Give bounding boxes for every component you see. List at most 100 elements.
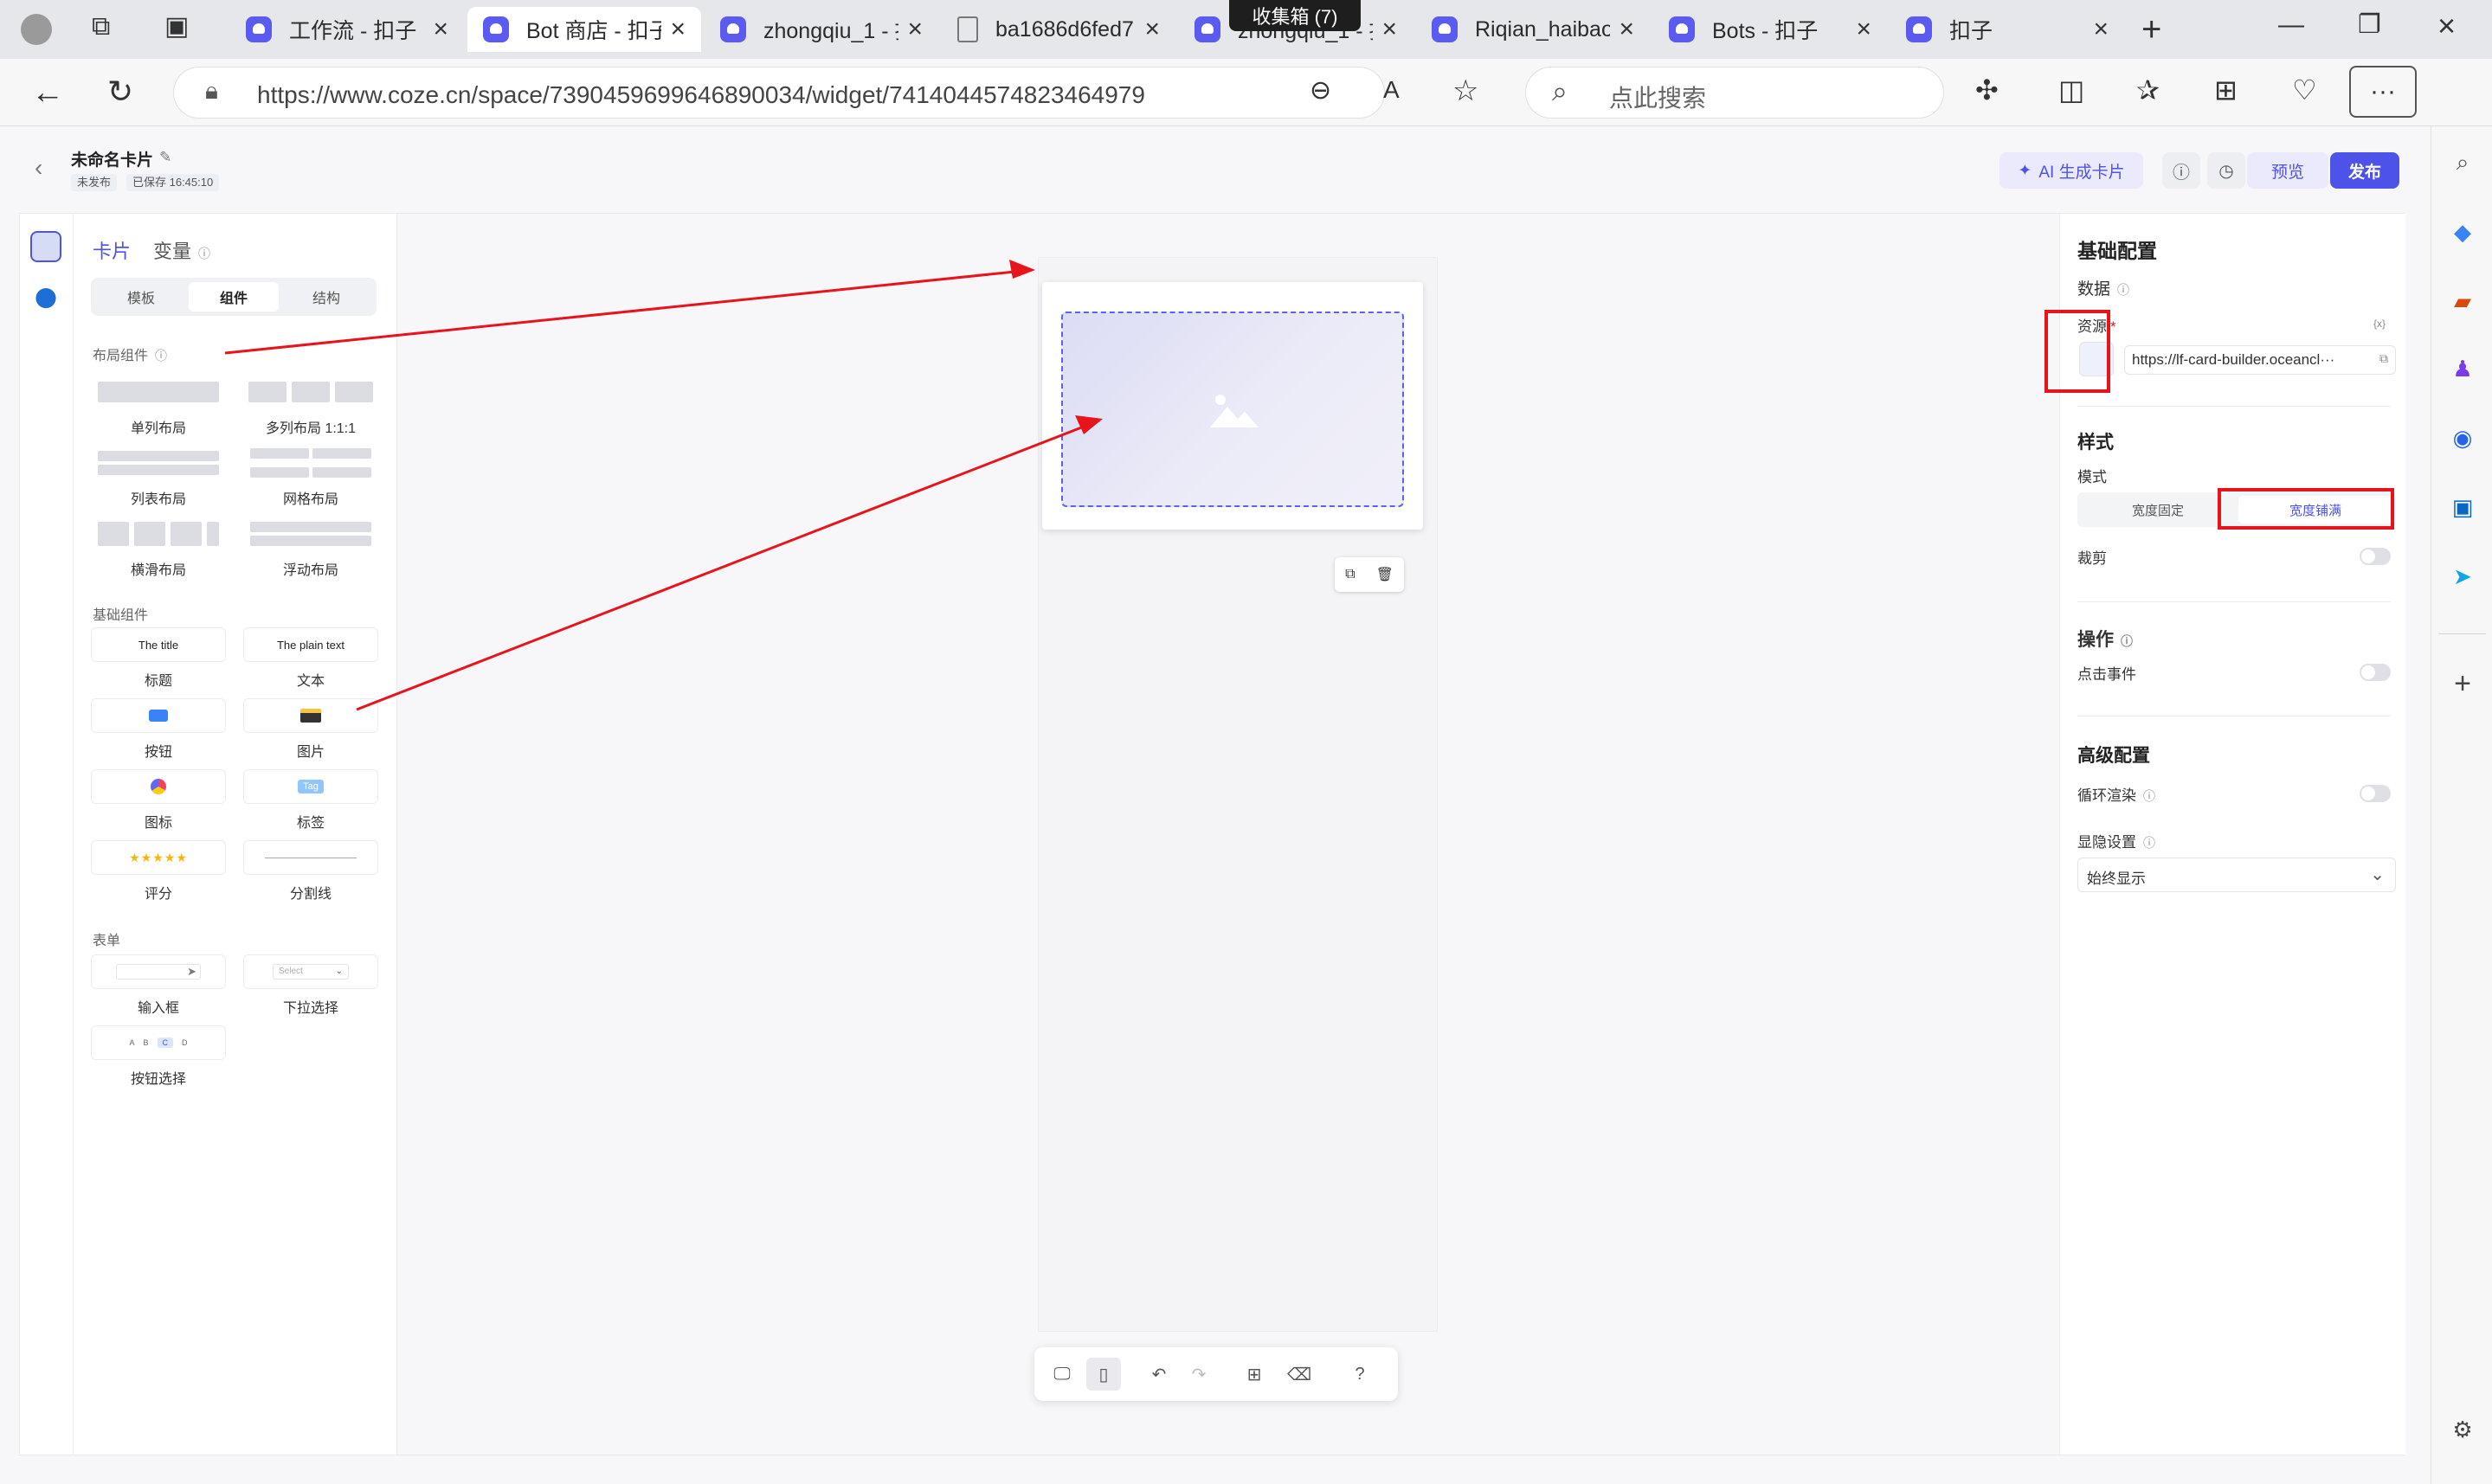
delete-icon[interactable]: 🗑︎ [1376, 566, 1394, 583]
back-chevron-icon[interactable]: ‹ [35, 154, 42, 182]
horizontal-scroll-layout[interactable]: 横滑布局 [91, 517, 226, 579]
design-canvas[interactable]: ⧉ 🗑︎ 🖵︎ ▯ ↶ ↷ ⊞ ⌫ ? [397, 214, 2059, 1455]
extensions-icon[interactable]: ✣ [1975, 76, 1999, 104]
redo-icon[interactable]: ↷ [1182, 1358, 1216, 1391]
close-tab-icon[interactable]: × [670, 15, 686, 44]
mobile-view-icon[interactable]: ▯ [1086, 1358, 1121, 1391]
undo-icon[interactable]: ↶ [1142, 1358, 1176, 1391]
edit-name-icon[interactable]: ✎ [159, 149, 171, 166]
close-tab-icon[interactable]: × [433, 15, 448, 44]
bot-avatar-icon[interactable] [30, 231, 61, 262]
desktop-view-icon[interactable]: 🖵︎ [1045, 1358, 1079, 1391]
image-component[interactable]: 图片 [243, 698, 378, 761]
close-window-icon[interactable]: × [2437, 10, 2456, 42]
icon-component[interactable]: 图标 [91, 769, 226, 832]
settings-gear-icon[interactable]: ⚙ [2447, 1414, 2478, 1445]
visibility-select[interactable]: 始终显示 ⌄ [2077, 858, 2396, 892]
send-icon[interactable]: ➤ [2447, 561, 2478, 592]
crop-toggle[interactable] [2360, 548, 2391, 565]
close-tab-icon[interactable]: × [1144, 15, 1160, 44]
workspaces-icon[interactable]: ⧉ [92, 14, 110, 40]
title-component[interactable]: The title 标题 [91, 627, 226, 690]
publish-button[interactable]: 发布 [2330, 152, 2399, 189]
grid-icon[interactable]: ⊞ [1237, 1358, 1272, 1391]
tab-variables[interactable]: 变量 ⓘ [153, 236, 210, 264]
seg-components[interactable]: 组件 [189, 282, 279, 312]
image-placeholder[interactable] [1061, 312, 1404, 507]
add-icon[interactable]: + [2447, 667, 2478, 700]
card-preview[interactable] [1042, 282, 1423, 530]
info-button[interactable]: ⓘ [2162, 152, 2200, 189]
tab-actions-icon[interactable]: ▣ [164, 14, 189, 40]
restore-icon[interactable]: ❐ [2358, 12, 2381, 38]
search-input[interactable]: ⌕ 点此搜索 [1525, 67, 1944, 119]
rating-stars: ★★★★★ [129, 850, 188, 864]
settings-more-icon[interactable]: ··· [2349, 66, 2417, 118]
close-tab-icon[interactable]: × [1856, 15, 1871, 44]
grid-layout[interactable]: 网格布局 [243, 446, 378, 508]
reload-icon[interactable]: ↻ [107, 76, 133, 107]
tab-document[interactable]: ba1686d6fed7 × [942, 7, 1175, 52]
tab-riqian-haibao[interactable]: Riqian_haibao × [1416, 7, 1650, 52]
search-icon[interactable]: ⌕ [2447, 147, 2478, 178]
rating-component[interactable]: ★★★★★ 评分 [91, 840, 226, 903]
seg-structure[interactable]: 结构 [281, 282, 371, 312]
minimize-icon[interactable]: — [2278, 12, 2304, 38]
single-column-layout[interactable]: 单列布局 [91, 375, 226, 437]
collections-icon[interactable]: ⊞ [2214, 76, 2238, 104]
choice-button-component[interactable]: A B C D 按钮选择 [91, 1025, 226, 1088]
tab-zhongqiu-1[interactable]: zhongqiu_1 - 扣子 × [705, 7, 938, 52]
seg-templates[interactable]: 模板 [96, 282, 186, 312]
split-screen-icon[interactable]: ◫ [2058, 76, 2084, 104]
copy-icon[interactable]: ⧉ [2379, 351, 2388, 366]
doubao-icon[interactable] [30, 279, 61, 311]
list-layout[interactable]: 列表布局 [91, 446, 226, 508]
lock-icon[interactable]: 🔒︎ [205, 79, 218, 103]
tab-bot-store[interactable]: Bot 商店 - 扣子 × [467, 7, 701, 52]
button-component[interactable]: 按钮 [91, 698, 226, 761]
tag-component[interactable]: Tag 标签 [243, 769, 378, 832]
zoom-out-icon[interactable]: ⊖ [1310, 78, 1331, 104]
browser-essentials-icon[interactable]: ♡ [2292, 76, 2317, 104]
close-tab-icon[interactable]: × [1381, 15, 1397, 44]
copy-icon[interactable]: ⧉ [1345, 567, 1355, 582]
close-tab-icon[interactable]: × [1619, 15, 1634, 44]
loop-render-toggle[interactable] [2360, 785, 2391, 802]
source-url-field[interactable]: https://lf-card-builder.oceancl··· ⧉ [2124, 345, 2396, 375]
favorites-icon[interactable]: ✰ [2136, 76, 2160, 104]
tools-icon[interactable]: ▰ [2447, 286, 2478, 317]
outlook-icon[interactable]: ▣ [2447, 491, 2478, 523]
history-button[interactable]: ◷ [2207, 152, 2245, 189]
url-text[interactable]: https://www.coze.cn/space/73904596996468… [257, 81, 1145, 109]
tab-bots[interactable]: Bots - 扣子 × [1653, 7, 1887, 52]
copilot-icon[interactable]: ◉ [2447, 422, 2478, 453]
tab-card[interactable]: 卡片 [93, 236, 131, 264]
help-icon[interactable]: ? [1343, 1358, 1377, 1391]
variable-icon[interactable]: {x} [2373, 318, 2386, 330]
close-tab-icon[interactable]: × [907, 15, 923, 44]
back-icon[interactable]: ← [31, 76, 64, 109]
input-component[interactable]: ➤ 输入框 [91, 954, 226, 1017]
text-component[interactable]: The plain text 文本 [243, 627, 378, 690]
close-tab-icon[interactable]: × [2093, 15, 2109, 44]
ai-generate-card-button[interactable]: ✦ AI 生成卡片 [1999, 152, 2143, 189]
favorite-star-icon[interactable]: ☆ [1452, 76, 1478, 106]
style-title: 样式 [2077, 433, 2114, 453]
click-event-label: 点击事件 [2077, 666, 2136, 683]
tab-workflow[interactable]: 工作流 - 扣子 × [230, 7, 464, 52]
eraser-icon[interactable]: ⌫ [1282, 1358, 1317, 1391]
read-aloud-icon[interactable]: A [1383, 78, 1400, 102]
games-icon[interactable]: ♟ [2447, 353, 2478, 384]
multi-column-layout[interactable]: 多列布局 1:1:1 [243, 375, 378, 437]
click-event-toggle[interactable] [2360, 664, 2391, 681]
preview-button[interactable]: 预览 [2247, 152, 2328, 189]
divider-component[interactable]: 分割线 [243, 840, 378, 903]
address-bar[interactable]: 🔒︎ https://www.coze.cn/space/73904596996… [173, 67, 1385, 119]
select-component[interactable]: Select ⌄ 下拉选择 [243, 954, 378, 1017]
shopping-tag-icon[interactable]: ◆ [2447, 216, 2478, 247]
profile-avatar-icon[interactable] [21, 14, 52, 45]
mode-fixed-width[interactable]: 宽度固定 [2081, 496, 2235, 524]
tab-coze[interactable]: 扣子 × [1890, 7, 2124, 52]
new-tab-icon[interactable]: + [2141, 12, 2161, 47]
floating-layout[interactable]: 浮动布局 [243, 517, 378, 579]
